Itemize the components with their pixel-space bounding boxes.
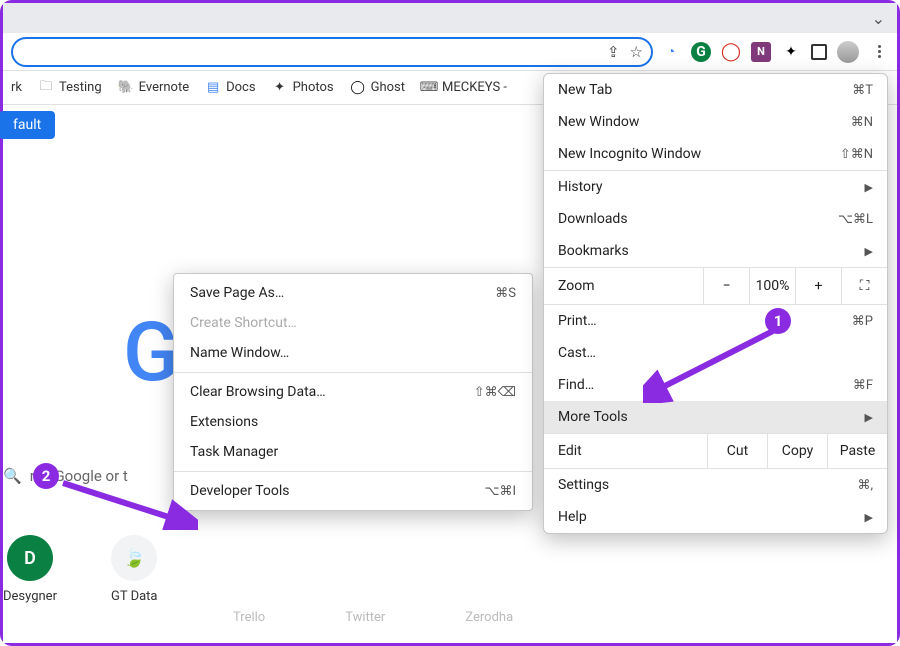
submenu-dev-tools[interactable]: Developer Tools⌥⌘I <box>174 476 532 506</box>
menu-new-tab[interactable]: New Tab⌘T <box>544 74 887 106</box>
chevron-right-icon: ▶ <box>865 181 873 194</box>
menu-history[interactable]: History▶ <box>544 171 887 203</box>
chevron-right-icon: ▶ <box>865 245 873 258</box>
puzzle-icon[interactable]: ✦ <box>781 42 801 62</box>
menu-bookmarks[interactable]: Bookmarks▶ <box>544 235 887 267</box>
menu-zoom-row: Zoom − 100% + ⛶ <box>544 267 887 305</box>
docs-icon: ▤ <box>205 80 221 96</box>
submenu-task-manager[interactable]: Task Manager <box>174 437 532 467</box>
omnibox[interactable]: ⇪ ☆ <box>11 37 653 67</box>
menu-downloads[interactable]: Downloads⌥⌘L <box>544 203 887 235</box>
paste-button[interactable]: Paste <box>827 434 887 468</box>
submenu-separator <box>174 471 532 472</box>
submenu-extensions[interactable]: Extensions <box>174 407 532 437</box>
ntp-shortcuts: DDesygner 🍃GT Data Trello <box>3 535 258 604</box>
bookmark-item[interactable]: rk <box>11 80 22 95</box>
zoom-label: Zoom <box>544 278 703 294</box>
chevron-down-icon[interactable]: ⌄ <box>872 9 885 28</box>
star-icon[interactable]: ☆ <box>630 43 643 61</box>
fullscreen-button[interactable]: ⛶ <box>841 268 887 304</box>
kebab-menu-icon[interactable] <box>869 45 889 58</box>
shortcut-gtdata[interactable]: 🍃GT Data <box>111 535 158 604</box>
menu-new-window[interactable]: New Window⌘N <box>544 106 887 138</box>
menu-find[interactable]: Find…⌘F <box>544 369 887 401</box>
annotation-badge-1: 1 <box>765 308 791 334</box>
extension-toolbar: ◔ G ◯ N ✦ <box>661 41 889 63</box>
faded-shortcut-labels: TrelloTwitterZerodha <box>233 610 513 625</box>
more-tools-submenu: Save Page As…⌘S Create Shortcut… Name Wi… <box>173 273 533 511</box>
profile-avatar[interactable] <box>837 41 859 63</box>
ghost-icon: ◯ <box>350 80 366 96</box>
menu-print[interactable]: Print…⌘P <box>544 305 887 337</box>
bookmark-item[interactable]: ✦Photos <box>272 80 334 96</box>
chevron-right-icon: ▶ <box>865 511 873 524</box>
search-icon: 🔍 <box>3 467 22 485</box>
zoom-in-button[interactable]: + <box>795 268 841 304</box>
menu-more-tools[interactable]: More Tools▶ <box>544 401 887 433</box>
bookmark-item[interactable]: 🐘Evernote <box>118 80 189 96</box>
window-titlebar: ⌄ <box>3 3 897 33</box>
annotation-badge-2: 2 <box>33 463 59 489</box>
submenu-separator <box>174 372 532 373</box>
shortcut-icon: 🍃 <box>111 535 157 581</box>
sidepanel-icon[interactable] <box>811 44 827 60</box>
edit-label: Edit <box>544 443 707 459</box>
cut-button[interactable]: Cut <box>707 434 767 468</box>
menu-incognito[interactable]: New Incognito Window⇧⌘N <box>544 138 887 170</box>
folder-icon: 🗀 <box>38 80 54 96</box>
submenu-save-page[interactable]: Save Page As…⌘S <box>174 278 532 308</box>
submenu-create-shortcut: Create Shortcut… <box>174 308 532 338</box>
menu-settings[interactable]: Settings⌘, <box>544 469 887 501</box>
bookmark-item[interactable]: ▤Docs <box>205 80 255 96</box>
photos-icon: ✦ <box>272 80 288 96</box>
menu-edit-row: Edit Cut Copy Paste <box>544 433 887 469</box>
submenu-name-window[interactable]: Name Window… <box>174 338 532 368</box>
chrome-main-menu: New Tab⌘T New Window⌘N New Incognito Win… <box>543 73 888 534</box>
shortcut-icon: D <box>7 535 53 581</box>
evernote-icon: 🐘 <box>118 80 134 96</box>
copy-button[interactable]: Copy <box>767 434 827 468</box>
submenu-clear-browsing[interactable]: Clear Browsing Data…⇧⌘⌫ <box>174 377 532 407</box>
menu-help[interactable]: Help▶ <box>544 501 887 533</box>
opera-icon[interactable]: ◯ <box>721 42 741 62</box>
ext-icon-1[interactable]: ◔ <box>661 42 681 62</box>
bookmark-item[interactable]: ◯Ghost <box>350 80 405 96</box>
zoom-level: 100% <box>749 268 795 304</box>
zoom-out-button[interactable]: − <box>703 268 749 304</box>
bookmark-item[interactable]: 🗀Testing <box>38 80 102 96</box>
share-icon[interactable]: ⇪ <box>607 43 620 61</box>
meckeys-icon: ⌨ <box>421 80 437 96</box>
grammarly-icon[interactable]: G <box>691 42 711 62</box>
chevron-right-icon: ▶ <box>865 411 873 424</box>
bookmark-item[interactable]: ⌨MECKEYS - <box>421 80 507 96</box>
address-bar-row: ⇪ ☆ ◔ G ◯ N ✦ <box>3 33 897 71</box>
menu-cast[interactable]: Cast… <box>544 337 887 369</box>
shortcut-desygner[interactable]: DDesygner <box>3 535 57 604</box>
onenote-icon[interactable]: N <box>751 42 771 62</box>
default-button[interactable]: fault <box>0 111 55 139</box>
